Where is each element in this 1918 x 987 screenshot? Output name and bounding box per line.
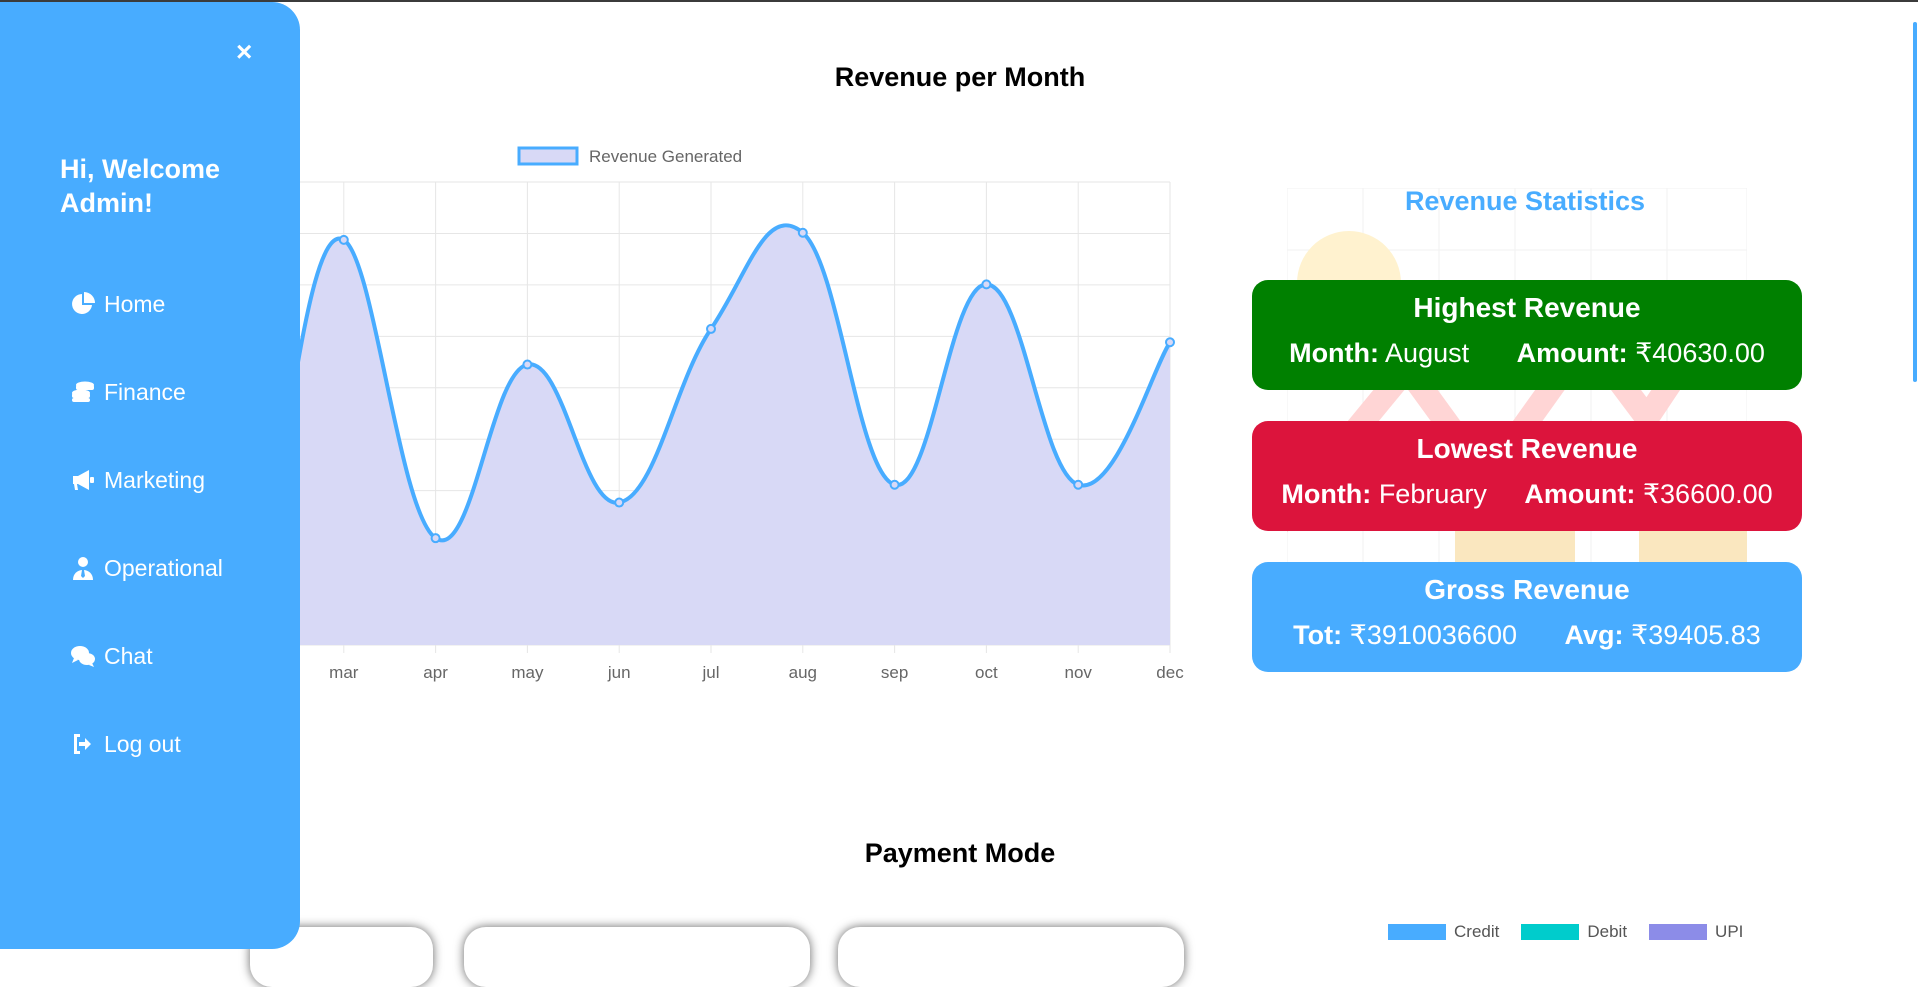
sidebar-item-operational[interactable]: Operational (70, 524, 223, 612)
sidebar-nav: Home Finance Marketing Operational Chat … (70, 260, 223, 788)
payment-legend: Credit Debit UPI (1388, 922, 1765, 942)
x-tick-label-dec: dec (1156, 663, 1184, 682)
legend-item-upi[interactable]: UPI (1649, 922, 1743, 942)
data-point-dec (1165, 337, 1175, 348)
sidebar-item-label: Chat (104, 642, 153, 669)
payment-card-2 (464, 927, 810, 987)
lowest-revenue-heading: Lowest Revenue (1416, 433, 1638, 464)
highest-amount-value: ₹40630.00 (1635, 338, 1765, 368)
legend-label-credit: Credit (1454, 922, 1500, 941)
x-tick-label-nov: nov (1064, 663, 1092, 682)
sidebar-item-label: Finance (104, 378, 186, 405)
payment-card-3 (838, 927, 1184, 987)
legend-label-revenue: Revenue Generated (589, 147, 742, 166)
data-point-nov (1073, 479, 1084, 490)
data-point-apr (430, 533, 441, 544)
sidebar-item-chat[interactable]: Chat (70, 612, 223, 700)
data-point-aug (797, 227, 808, 238)
data-point-sep (889, 479, 900, 490)
lowest-amount-value: ₹36600.00 (1642, 479, 1773, 509)
highest-revenue-heading: Highest Revenue (1413, 292, 1641, 323)
megaphone-icon (73, 470, 94, 490)
x-tick-label-apr: apr (423, 663, 448, 682)
lowest-month-value: February (1378, 479, 1487, 509)
x-tick-label-jun: jun (607, 663, 631, 682)
highest-amount-label: Amount: (1516, 338, 1628, 368)
highest-month-label: Month: (1289, 338, 1380, 368)
lowest-month-label: Month: (1281, 479, 1372, 509)
window-top-border (0, 0, 1918, 2)
data-point-oct (981, 279, 992, 290)
coins-icon (72, 381, 94, 402)
sidebar-item-logout[interactable]: Log out (70, 700, 223, 788)
page-scrollbar[interactable] (1904, 2, 1918, 949)
sidebar-item-label: Marketing (104, 466, 205, 493)
sign-out-icon (74, 734, 91, 754)
scrollbar-thumb[interactable] (1913, 22, 1917, 382)
sidebar-item-finance[interactable]: Finance (70, 348, 223, 436)
legend-swatch-revenue (517, 146, 579, 166)
revenue-area-fill (282, 225, 1170, 645)
gross-total-label: Tot: (1293, 620, 1343, 650)
revenue-statistics-title: Revenue Statistics (1404, 186, 1646, 216)
gross-revenue-heading: Gross Revenue (1424, 574, 1630, 605)
sidebar-item-home[interactable]: Home (70, 260, 223, 348)
gross-average-value: ₹39405.83 (1631, 620, 1761, 650)
data-point-jun (614, 497, 625, 508)
gross-revenue-card: Gross Revenue Tot: ₹3910036600 Avg: ₹394… (1252, 562, 1802, 672)
data-point-jul (706, 323, 716, 334)
legend-label-debit: Debit (1587, 922, 1628, 941)
sidebar: × Hi, Welcome Admin! Home Finance Market… (0, 2, 300, 949)
x-tick-label-oct: oct (975, 663, 998, 682)
sidebar-item-label: Home (104, 290, 166, 317)
data-point-mar (338, 234, 349, 245)
x-tick-label-sep: sep (881, 663, 908, 682)
close-sidebar-button[interactable]: × (236, 38, 252, 66)
lowest-revenue-card: Lowest Revenue Month: February Amount: ₹… (1252, 421, 1802, 531)
x-tick-label-may: may (511, 663, 544, 682)
pie-chart-icon (72, 292, 95, 314)
gross-average-label: Avg: (1564, 620, 1624, 650)
legend-item-credit[interactable]: Credit (1388, 922, 1499, 942)
gross-total-value: ₹3910036600 (1349, 620, 1517, 650)
legend-label-upi: UPI (1715, 922, 1744, 941)
revenue-chart-title: Revenue per Month (834, 62, 1086, 92)
highest-month-value: August (1385, 338, 1470, 368)
legend-swatch-credit (1388, 924, 1446, 940)
legend-swatch-debit (1521, 924, 1580, 940)
legend-item-debit[interactable]: Debit (1521, 922, 1627, 942)
lowest-amount-label: Amount: (1524, 479, 1636, 509)
user-tie-icon (73, 557, 93, 580)
data-point-may (522, 359, 533, 370)
x-tick-label-aug: aug (789, 663, 817, 682)
payment-mode-title: Payment Mode (864, 838, 1056, 868)
welcome-message: Hi, Welcome Admin! (60, 154, 221, 218)
sidebar-item-label: Log out (104, 730, 181, 757)
sidebar-item-marketing[interactable]: Marketing (70, 436, 223, 524)
sidebar-item-label: Operational (104, 554, 223, 581)
x-tick-label-mar: mar (329, 663, 359, 682)
legend-swatch-upi (1649, 924, 1708, 940)
highest-revenue-card: Highest Revenue Month: August Amount: ₹4… (1252, 280, 1802, 390)
comments-icon (71, 646, 95, 667)
x-tick-label-jul: jul (701, 663, 719, 682)
